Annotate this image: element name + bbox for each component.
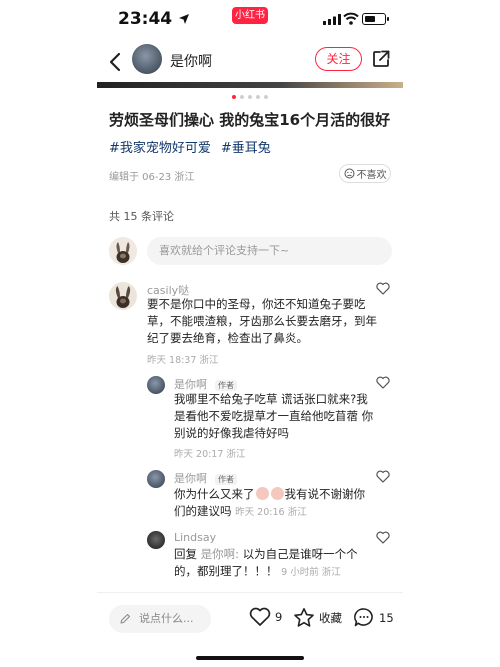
follow-button[interactable]: 关注: [315, 47, 362, 71]
author-avatar[interactable]: [132, 44, 162, 74]
reply-author-name: 是你啊: [174, 472, 207, 485]
collect-action[interactable]: 收藏: [293, 607, 342, 628]
author-tag: 作者: [215, 380, 237, 391]
comment-action[interactable]: 15: [353, 607, 394, 628]
cellular-signal-icon: [323, 14, 341, 25]
reply-to-name[interactable]: 是你啊:: [201, 547, 239, 561]
tag-pet[interactable]: #我家宠物好可爱: [109, 137, 211, 156]
back-icon[interactable]: [106, 51, 126, 73]
bottom-action-bar: 说点什么... 9 收藏 15: [97, 592, 403, 647]
reply-avatar[interactable]: [147, 531, 165, 549]
wifi-icon: [343, 12, 359, 25]
like-count: 9: [275, 610, 283, 624]
comment-time: 昨天 18:37 浙江: [147, 355, 219, 366]
carousel-dot: [256, 95, 260, 99]
collect-label: 收藏: [319, 610, 342, 625]
dislike-label: 不喜欢: [356, 170, 387, 181]
carousel-indicator: [232, 95, 268, 101]
carousel-dot: [248, 95, 252, 99]
battery-level: [364, 15, 376, 22]
app-badge: 小红书: [232, 7, 268, 24]
like-icon[interactable]: [376, 376, 390, 389]
carousel-dot: [264, 95, 268, 99]
status-bar: 23:44 小红书: [0, 0, 500, 40]
dislike-icon: [344, 168, 354, 179]
post-title: 劳烦圣母们操心 我的兔宝16个月活的很好: [109, 111, 391, 129]
reply-author[interactable]: 是你啊 作者: [174, 376, 237, 392]
comment-text: 要不是你口中的圣母，你还不知道兔子要吃草，不能喂渣粮，牙齿那么长要去磨牙，到年纪…: [147, 297, 377, 345]
comment-input[interactable]: 喜欢就给个评论支持一下~: [147, 237, 392, 265]
my-avatar: [109, 237, 137, 265]
reply-text: 你为什么又来了 我有说不谢谢你们的建议吗 昨天 20:16 浙江: [174, 486, 374, 521]
reply-avatar[interactable]: [147, 376, 165, 394]
commenter-avatar[interactable]: [109, 282, 137, 310]
reply-prefix: 回复: [174, 547, 197, 561]
rabbit-avatar-icon: [109, 237, 137, 265]
reply-author[interactable]: Lindsay: [174, 531, 216, 544]
post-meta: 编辑于 06-23 浙江: [109, 172, 195, 183]
home-indicator: [196, 656, 304, 660]
heart-icon: [249, 607, 271, 626]
like-icon[interactable]: [376, 470, 390, 483]
reply-time: 9 小时前 浙江: [281, 567, 341, 578]
comment-total: 15: [379, 610, 394, 625]
reply-text: 我哪里不给兔子吃草 谎话张口就来?我是看他不爱吃提草才一直给他吃苜蓿 你别说的好…: [174, 392, 374, 440]
location-arrow-icon: [179, 14, 189, 24]
status-time: 23:44: [118, 9, 173, 29]
like-icon[interactable]: [376, 282, 390, 295]
reply-author-name: 是你啊: [174, 378, 207, 391]
dislike-button[interactable]: 不喜欢: [339, 164, 391, 183]
comment-bubble-icon: [354, 608, 373, 627]
share-icon[interactable]: [371, 49, 391, 69]
reply-avatar[interactable]: [147, 470, 165, 488]
post-header: 是你啊 关注: [0, 40, 500, 82]
battery-icon: [362, 13, 389, 25]
comment-count: 共 15 条评论: [109, 210, 174, 223]
post-tags: #我家宠物好可爱 #垂耳兔: [109, 137, 271, 156]
author-tag: 作者: [215, 474, 237, 485]
star-icon: [294, 608, 314, 627]
reply-time: 昨天 20:16 浙江: [235, 507, 307, 518]
tag-lop-rabbit[interactable]: #垂耳兔: [221, 137, 271, 156]
post-image-strip[interactable]: [97, 82, 403, 88]
reply-author[interactable]: 是你啊 作者: [174, 470, 237, 486]
pen-icon: [120, 614, 130, 624]
emoji-icon: [255, 487, 269, 500]
rabbit-avatar-icon: [109, 282, 137, 310]
reply-text-before: 你为什么又来了: [174, 487, 255, 501]
reply-text: 回复 是你啊: 以为自己是谁呀一个个的，都别理了！！！ 9 小时前 浙江: [174, 546, 379, 581]
carousel-dot: [232, 95, 236, 99]
author-name[interactable]: 是你啊: [170, 51, 212, 71]
reply-time: 昨天 20:17 浙江: [174, 449, 246, 460]
like-icon[interactable]: [376, 531, 390, 544]
like-action[interactable]: 9: [249, 607, 282, 627]
emoji-icon: [270, 487, 284, 500]
carousel-dot: [240, 95, 244, 99]
